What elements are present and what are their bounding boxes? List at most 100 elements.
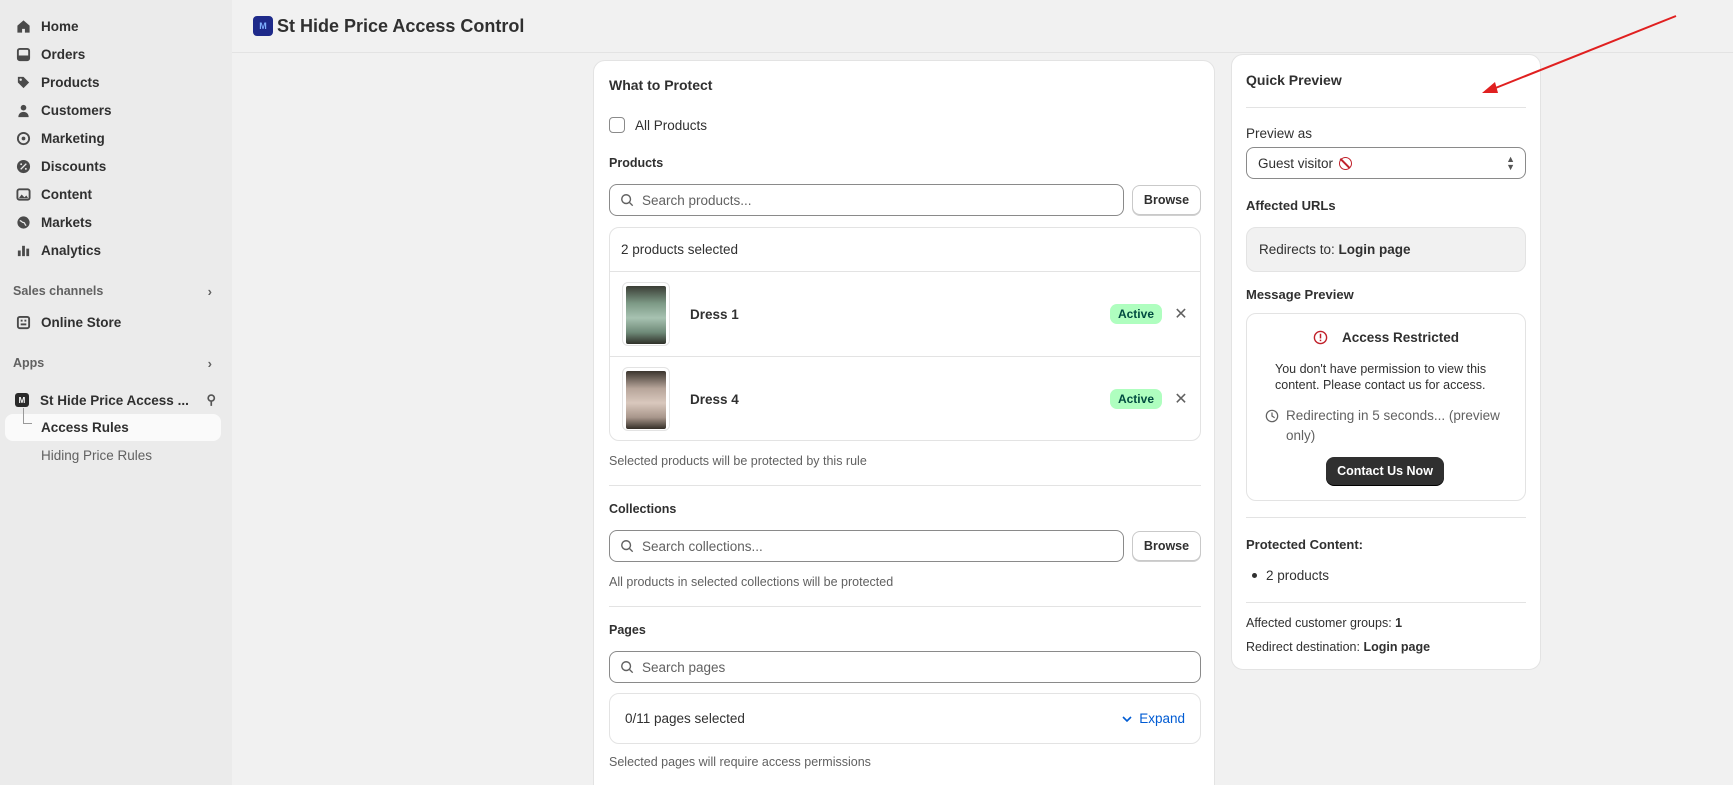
sidebar-item-label: Customers [41, 102, 112, 118]
search-icon [621, 661, 634, 674]
image-icon [15, 186, 31, 202]
list-item: 2 products [1252, 568, 1329, 583]
protected-content-label: Protected Content: [1246, 537, 1363, 552]
divider [1246, 517, 1526, 518]
target-icon [15, 130, 31, 146]
restriction-message: You don't have permission to view this c… [1275, 362, 1487, 392]
app-logo-icon: M [253, 16, 273, 36]
apps-label: Apps [13, 356, 45, 370]
remove-product-close-icon[interactable]: ✕ [1173, 304, 1189, 324]
list-item: Dress 4 Active ✕ [610, 356, 1200, 441]
sidebar-item-marketing[interactable]: Marketing [0, 124, 232, 152]
prohibited-icon [1339, 156, 1353, 170]
remove-product-close-icon[interactable]: ✕ [1173, 389, 1189, 409]
selected-products-box: 2 products selected Dress 1 Active ✕ Dre… [609, 227, 1201, 441]
redirect-destination-line: Redirect destination: Login page [1246, 640, 1431, 654]
tag-icon [15, 74, 31, 90]
status-badge: Active [1109, 304, 1162, 324]
access-restricted-heading: Access Restricted [1247, 330, 1525, 345]
collections-help-text: All products in selected collections wil… [609, 575, 894, 589]
collections-label: Collections [609, 502, 677, 516]
all-products-checkbox-row[interactable]: All Products [609, 117, 707, 133]
clock-icon [1265, 409, 1279, 423]
collections-search-input[interactable]: Search collections... [609, 530, 1124, 562]
sidebar-item-discounts[interactable]: Discounts [0, 152, 232, 180]
list-item: Dress 1 Active ✕ [610, 271, 1200, 356]
sidebar-item-content[interactable]: Content [0, 180, 232, 208]
products-label: Products [609, 156, 664, 170]
sidebar-item-hiding-price-rules[interactable]: Hiding Price Rules [0, 442, 232, 469]
sidebar-item-label: Analytics [41, 242, 102, 258]
sidebar-item-label: Discounts [41, 158, 107, 174]
sales-channels-label: Sales channels [13, 284, 104, 298]
sidebar-item-home[interactable]: Home [0, 12, 232, 40]
chevron-down-icon [1122, 715, 1132, 722]
search-icon [621, 194, 634, 207]
alert-circle-icon [1313, 330, 1328, 345]
browse-collections-button[interactable]: Browse [1132, 531, 1201, 561]
sidebar-app-item[interactable]: M St Hide Price Access ... ⚲ [0, 386, 232, 414]
product-thumbnail [622, 367, 670, 431]
sidebar-item-access-rules[interactable]: Access Rules [5, 408, 221, 441]
sales-channels-header[interactable]: Sales channels › [0, 280, 232, 302]
sidebar-item-markets[interactable]: Markets [0, 208, 232, 236]
app-logo-icon: M [15, 393, 29, 407]
store-icon [15, 314, 31, 330]
product-name: Dress 1 [690, 306, 739, 322]
products-help-text: Selected products will be protected by t… [609, 454, 867, 468]
all-products-label: All Products [635, 117, 708, 133]
preview-as-label: Preview as [1246, 126, 1313, 141]
redirecting-notice: Redirecting in 5 seconds... (preview onl… [1265, 406, 1515, 446]
expand-button[interactable]: Expand [1121, 711, 1185, 726]
home-icon [15, 18, 31, 34]
selected-count: 2 products selected [621, 242, 739, 257]
sidebar-item-label: Content [41, 186, 92, 202]
sidebar: Home Orders Products Customers Marketing… [0, 0, 232, 785]
select-chevron-icon: ▲ ▼ [1506, 154, 1515, 172]
message-preview-label: Message Preview [1246, 287, 1354, 302]
sidebar-item-label: Products [41, 74, 100, 90]
divider [1246, 602, 1526, 603]
search-icon [621, 540, 634, 553]
card-title: What to Protect [609, 77, 713, 93]
browse-products-button[interactable]: Browse [1132, 185, 1201, 215]
pages-selected-count: 0/11 pages selected [625, 711, 745, 726]
person-icon [15, 102, 31, 118]
all-products-checkbox[interactable] [609, 117, 625, 133]
products-search-input[interactable]: Search products... [609, 184, 1124, 216]
sidebar-item-label: Marketing [41, 130, 105, 146]
pin-icon[interactable]: ⚲ [206, 392, 216, 408]
tree-connector [23, 408, 32, 424]
app-name: St Hide Price Access ... [40, 392, 189, 408]
chevron-right-icon: › [207, 355, 212, 371]
product-thumbnail [622, 282, 670, 346]
affected-urls-label: Affected URLs [1246, 198, 1336, 213]
product-name: Dress 4 [690, 391, 739, 407]
pages-search-input[interactable]: Search pages [609, 651, 1201, 683]
status-badge: Active [1109, 389, 1162, 409]
redirect-info-box: Redirects to: Login page [1246, 227, 1526, 272]
pages-label: Pages [609, 623, 646, 637]
what-to-protect-card: What to Protect All Products Products Se… [593, 60, 1215, 785]
card-title: Quick Preview [1246, 72, 1342, 88]
sidebar-item-label: Hiding Price Rules [41, 448, 153, 463]
main-content: M St Hide Price Access Control What to P… [232, 0, 1733, 785]
pages-selected-box: 0/11 pages selected Expand [609, 693, 1201, 744]
apps-header[interactable]: Apps › [0, 352, 232, 374]
chevron-right-icon: › [207, 283, 212, 299]
sidebar-item-products[interactable]: Products [0, 68, 232, 96]
sidebar-item-orders[interactable]: Orders [0, 40, 232, 68]
sidebar-item-online-store[interactable]: Online Store [0, 308, 232, 336]
sidebar-item-label: Orders [41, 46, 86, 62]
sidebar-item-analytics[interactable]: Analytics [0, 236, 232, 264]
sidebar-item-customers[interactable]: Customers [0, 96, 232, 124]
redirect-target: Login page [1338, 242, 1411, 257]
preview-as-select[interactable]: Guest visitor ▲ ▼ [1246, 147, 1526, 179]
contact-us-button[interactable]: Contact Us Now [1326, 457, 1444, 485]
globe-icon [15, 214, 31, 230]
divider [609, 485, 1201, 486]
discount-icon [15, 158, 31, 174]
orders-icon [15, 46, 31, 62]
divider [609, 606, 1201, 607]
pages-help-text: Selected pages will require access permi… [609, 755, 871, 769]
